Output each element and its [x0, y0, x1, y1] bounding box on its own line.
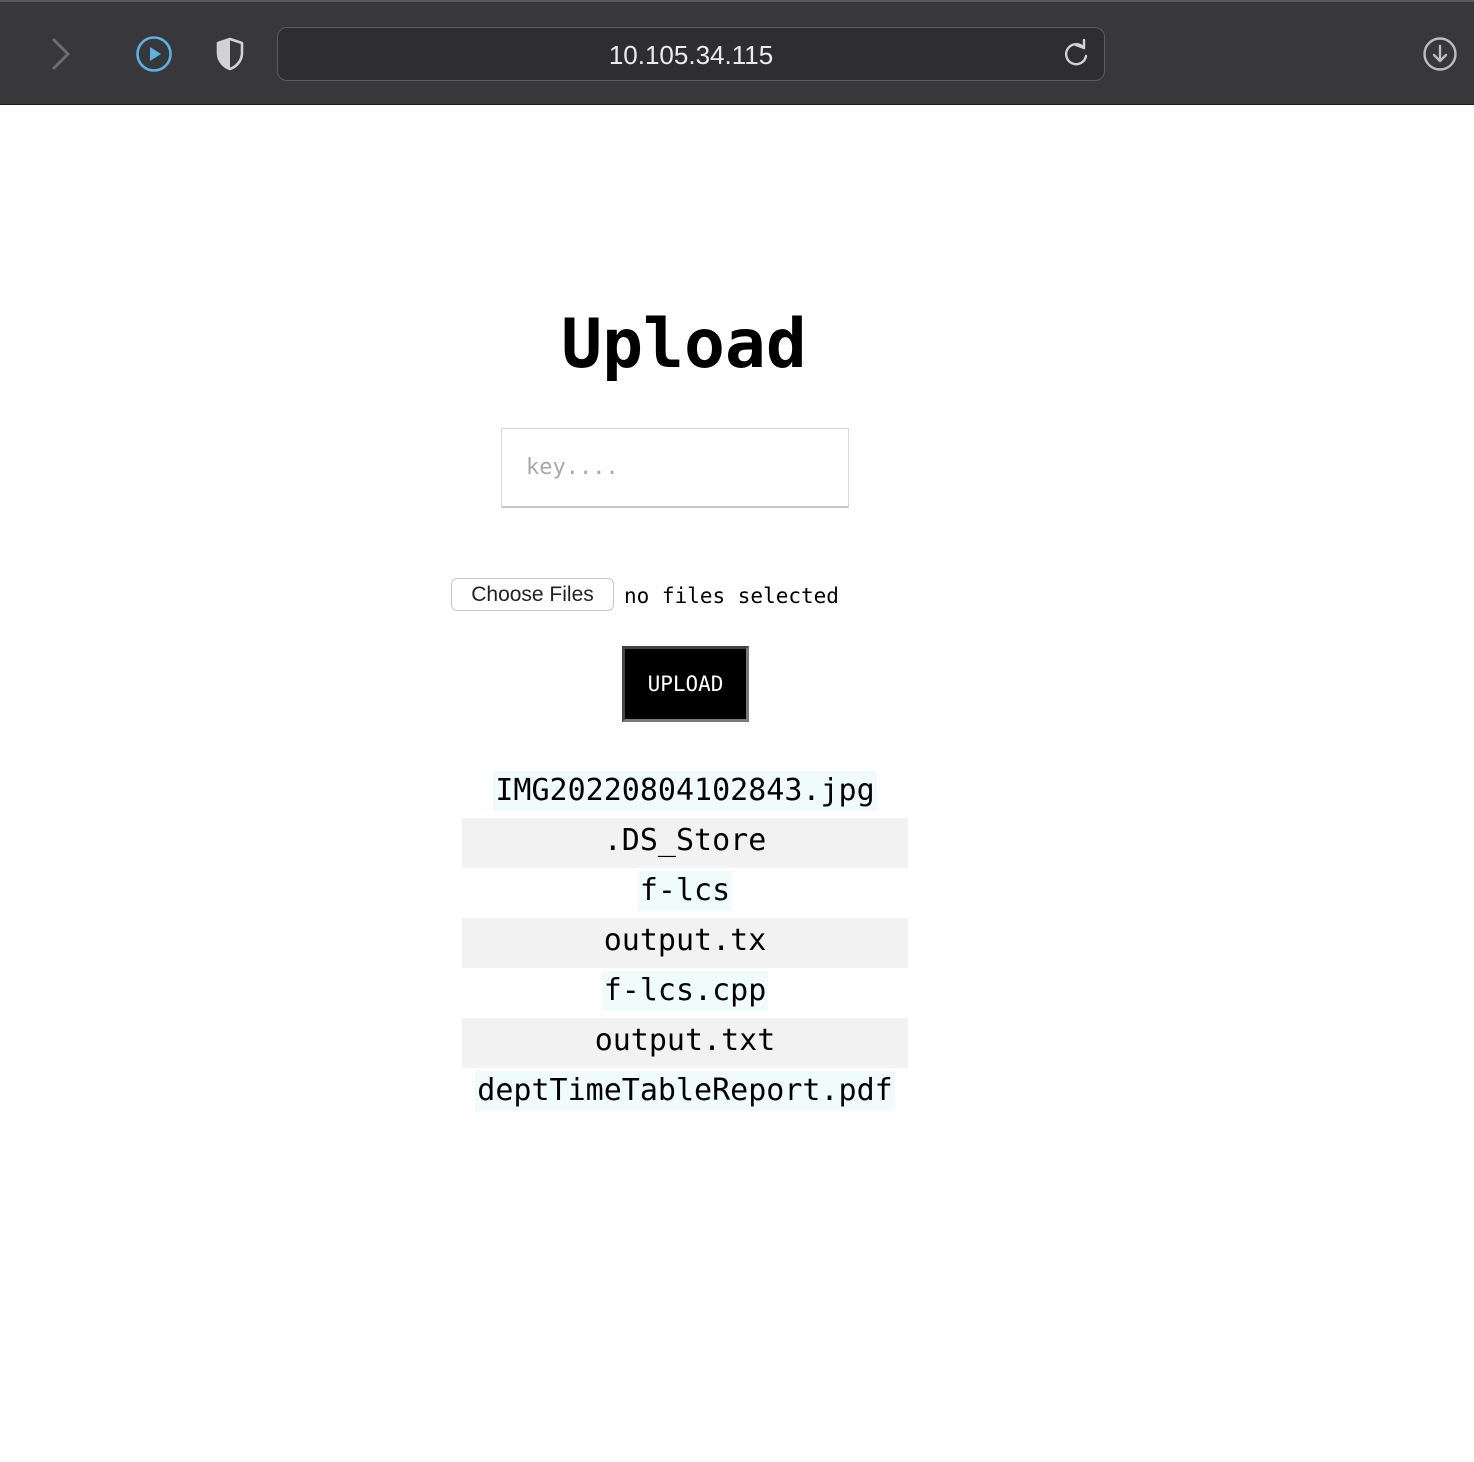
play-circle-icon — [136, 36, 172, 72]
address-bar[interactable]: 10.105.34.115 — [277, 27, 1105, 81]
downloads-button[interactable] — [1420, 34, 1460, 74]
file-item[interactable]: IMG20220804102843.jpg — [462, 768, 908, 818]
reload-button[interactable] — [1058, 36, 1094, 72]
file-name: output.tx — [601, 921, 769, 961]
file-item[interactable]: output.tx — [462, 918, 908, 968]
key-input[interactable] — [501, 428, 849, 508]
file-name: output.txt — [592, 1021, 778, 1061]
forward-button[interactable] — [40, 34, 80, 74]
file-name: f-lcs.cpp — [601, 971, 769, 1011]
shield-icon — [216, 37, 244, 71]
file-list: IMG20220804102843.jpg .DS_Store f-lcs ou… — [462, 768, 908, 1118]
upload-button[interactable]: UPLOAD — [622, 646, 749, 722]
choose-files-button[interactable]: Choose Files — [451, 578, 614, 611]
file-selection-status: no files selected — [624, 584, 839, 608]
file-item[interactable]: output.txt — [462, 1018, 908, 1068]
file-item[interactable]: f-lcs.cpp — [462, 968, 908, 1018]
file-item[interactable]: deptTimeTableReport.pdf — [462, 1068, 908, 1118]
download-icon — [1423, 37, 1457, 71]
file-item[interactable]: .DS_Store — [462, 818, 908, 868]
url-text: 10.105.34.115 — [608, 40, 774, 70]
reload-icon — [1065, 39, 1088, 66]
file-item[interactable]: f-lcs — [462, 868, 908, 918]
chevron-right-icon — [52, 38, 70, 70]
file-name: IMG20220804102843.jpg — [493, 771, 877, 811]
file-name: deptTimeTableReport.pdf — [475, 1071, 895, 1111]
privacy-button[interactable] — [210, 34, 250, 74]
page-title: Upload — [561, 305, 807, 384]
media-button[interactable] — [134, 34, 174, 74]
file-name: .DS_Store — [601, 821, 769, 861]
file-name: f-lcs — [637, 871, 733, 911]
browser-toolbar: 10.105.34.115 — [0, 0, 1474, 105]
